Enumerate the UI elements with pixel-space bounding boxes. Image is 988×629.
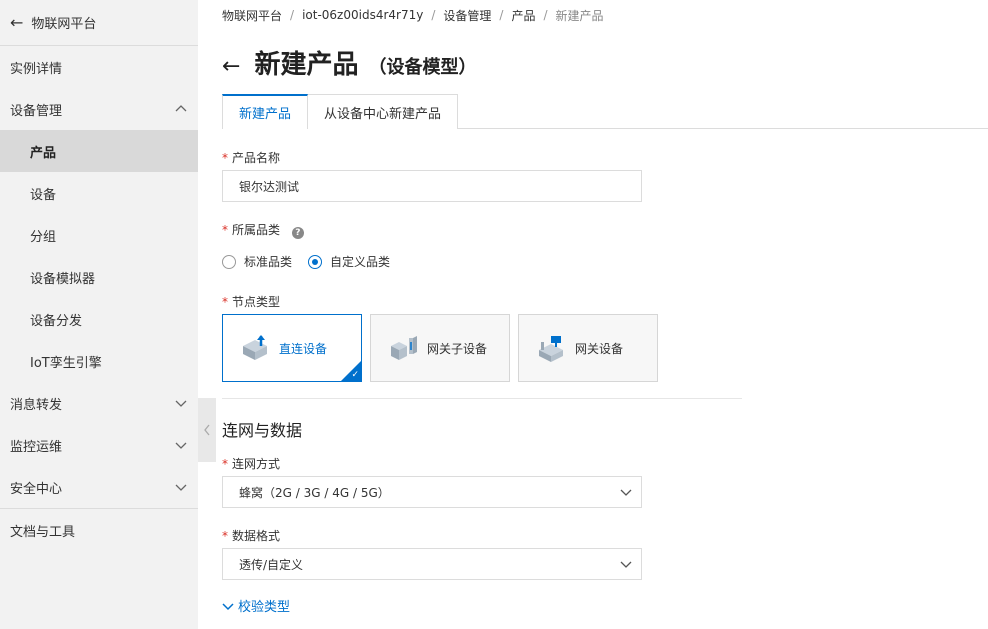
sidebar-item-monitoring-ops[interactable]: 监控运维 — [0, 424, 198, 466]
sidebar-title: 物联网平台 — [31, 17, 97, 32]
sidebar-item-device[interactable]: 设备 — [0, 172, 198, 214]
category-radio-group: 标准品类 自定义品类 — [222, 253, 406, 270]
page-subtitle: （设备模型） — [368, 57, 477, 78]
chevron-down-icon — [174, 396, 188, 410]
sidebar-item-label: IoT孪生引擎 — [30, 355, 102, 371]
node-type-label: * 节点类型 — [222, 295, 281, 309]
sidebar-item-label: 设备管理 — [10, 103, 63, 119]
product-name-label: * 产品名称 — [222, 151, 281, 165]
sidebar-item-docs-tools[interactable]: 文档与工具 — [0, 509, 198, 551]
node-card-label: 直连设备 — [279, 341, 328, 356]
sidebar-header[interactable]: ← 物联网平台 — [0, 0, 198, 45]
node-card-gateway-device[interactable]: 网关设备 — [518, 314, 658, 382]
chevron-up-icon — [174, 102, 188, 116]
network-label: * 连网方式 — [222, 457, 281, 471]
back-arrow-icon[interactable]: ← — [10, 14, 23, 31]
sidebar-item-iot-twin-engine[interactable]: IoT孪生引擎 — [0, 340, 198, 382]
section-divider — [222, 398, 742, 399]
direct-device-icon — [239, 332, 271, 364]
radio-circle — [308, 254, 323, 269]
sidebar-item-device-simulator[interactable]: 设备模拟器 — [0, 256, 198, 298]
breadcrumb-item[interactable]: 设备管理 — [443, 7, 491, 24]
help-icon[interactable]: ? — [291, 227, 304, 239]
sidebar-item-group[interactable]: 分组 — [0, 214, 198, 256]
sidebar-collapse-toggle[interactable] — [198, 398, 216, 462]
sidebar-item-message-forwarding[interactable]: 消息转发 — [0, 382, 198, 424]
data-format-select[interactable]: 透传/自定义 — [222, 548, 642, 580]
node-card-gateway-subdevice[interactable]: 网关子设备 — [370, 314, 510, 382]
main-content: 物联网平台 / iot-06z00ids4r4r71y / 设备管理 / 产品 … — [222, 0, 988, 615]
breadcrumb: 物联网平台 / iot-06z00ids4r4r71y / 设备管理 / 产品 … — [222, 7, 604, 24]
section-title: 连网与数据 — [222, 421, 303, 440]
tab-new-from-device-center[interactable]: 从设备中心新建产品 — [308, 94, 459, 129]
breadcrumb-item[interactable]: 物联网平台 — [222, 7, 282, 24]
chevron-down-icon — [619, 485, 633, 499]
gateway-subdevice-icon — [387, 332, 419, 364]
node-card-direct-device[interactable]: 直连设备 ✓ — [222, 314, 362, 382]
sidebar-item-label: 设备模拟器 — [30, 271, 96, 287]
sidebar: ← 物联网平台 实例详情 设备管理 产品 设备 分组 设备模拟器 设备分发 Io… — [0, 0, 198, 629]
sidebar-item-label: 实例详情 — [10, 61, 63, 77]
chevron-down-icon — [222, 602, 234, 610]
data-format-label: * 数据格式 — [222, 529, 281, 543]
sidebar-item-label: 安全中心 — [10, 481, 63, 497]
breadcrumb-item[interactable]: iot-06z00ids4r4r71y — [302, 8, 423, 22]
chevron-left-icon — [204, 424, 210, 436]
title-row: ← 新建产品 （设备模型） — [222, 44, 476, 81]
sidebar-item-device-distribution[interactable]: 设备分发 — [0, 298, 198, 340]
category-label: * 所属品类 ? — [222, 221, 304, 239]
radio-standard-category[interactable]: 标准品类 — [222, 253, 292, 270]
sidebar-item-product[interactable]: 产品 — [0, 130, 198, 172]
radio-custom-category[interactable]: 自定义品类 — [308, 253, 390, 270]
back-arrow-icon[interactable]: ← — [222, 56, 240, 78]
check-icon: ✓ — [351, 370, 359, 380]
node-type-cards: 直连设备 ✓ 网关子设备 网关设备 — [222, 314, 666, 382]
network-select[interactable]: 蜂窝（2G / 3G / 4G / 5G） — [222, 476, 642, 508]
sidebar-item-label: 设备分发 — [30, 313, 83, 329]
chevron-down-icon — [174, 438, 188, 452]
tabs: 新建产品 从设备中心新建产品 — [222, 94, 988, 130]
page-title: 新建产品 — [254, 50, 359, 80]
sidebar-item-device-management[interactable]: 设备管理 — [0, 88, 198, 130]
sidebar-item-label: 消息转发 — [10, 397, 63, 413]
sidebar-item-label: 监控运维 — [10, 439, 63, 455]
node-card-label: 网关设备 — [575, 341, 624, 356]
radio-circle — [222, 254, 236, 269]
sidebar-item-label: 产品 — [30, 145, 57, 161]
tab-new-product[interactable]: 新建产品 — [222, 94, 309, 130]
sidebar-item-label: 文档与工具 — [10, 524, 76, 540]
breadcrumb-item[interactable]: 产品 — [511, 7, 535, 24]
node-card-label: 网关子设备 — [427, 341, 488, 356]
chevron-down-icon — [174, 480, 188, 494]
sidebar-item-label: 设备 — [30, 187, 57, 203]
breadcrumb-current: 新建产品 — [555, 8, 604, 23]
sidebar-item-label: 分组 — [30, 229, 57, 245]
chevron-down-icon — [619, 557, 633, 571]
gateway-device-icon — [535, 332, 567, 364]
sidebar-item-security-center[interactable]: 安全中心 — [0, 466, 198, 508]
sidebar-item-instance-detail[interactable]: 实例详情 — [0, 46, 198, 88]
product-name-input[interactable]: 银尔达测试 — [222, 170, 642, 202]
verify-type-toggle[interactable]: 校验类型 — [222, 596, 290, 615]
